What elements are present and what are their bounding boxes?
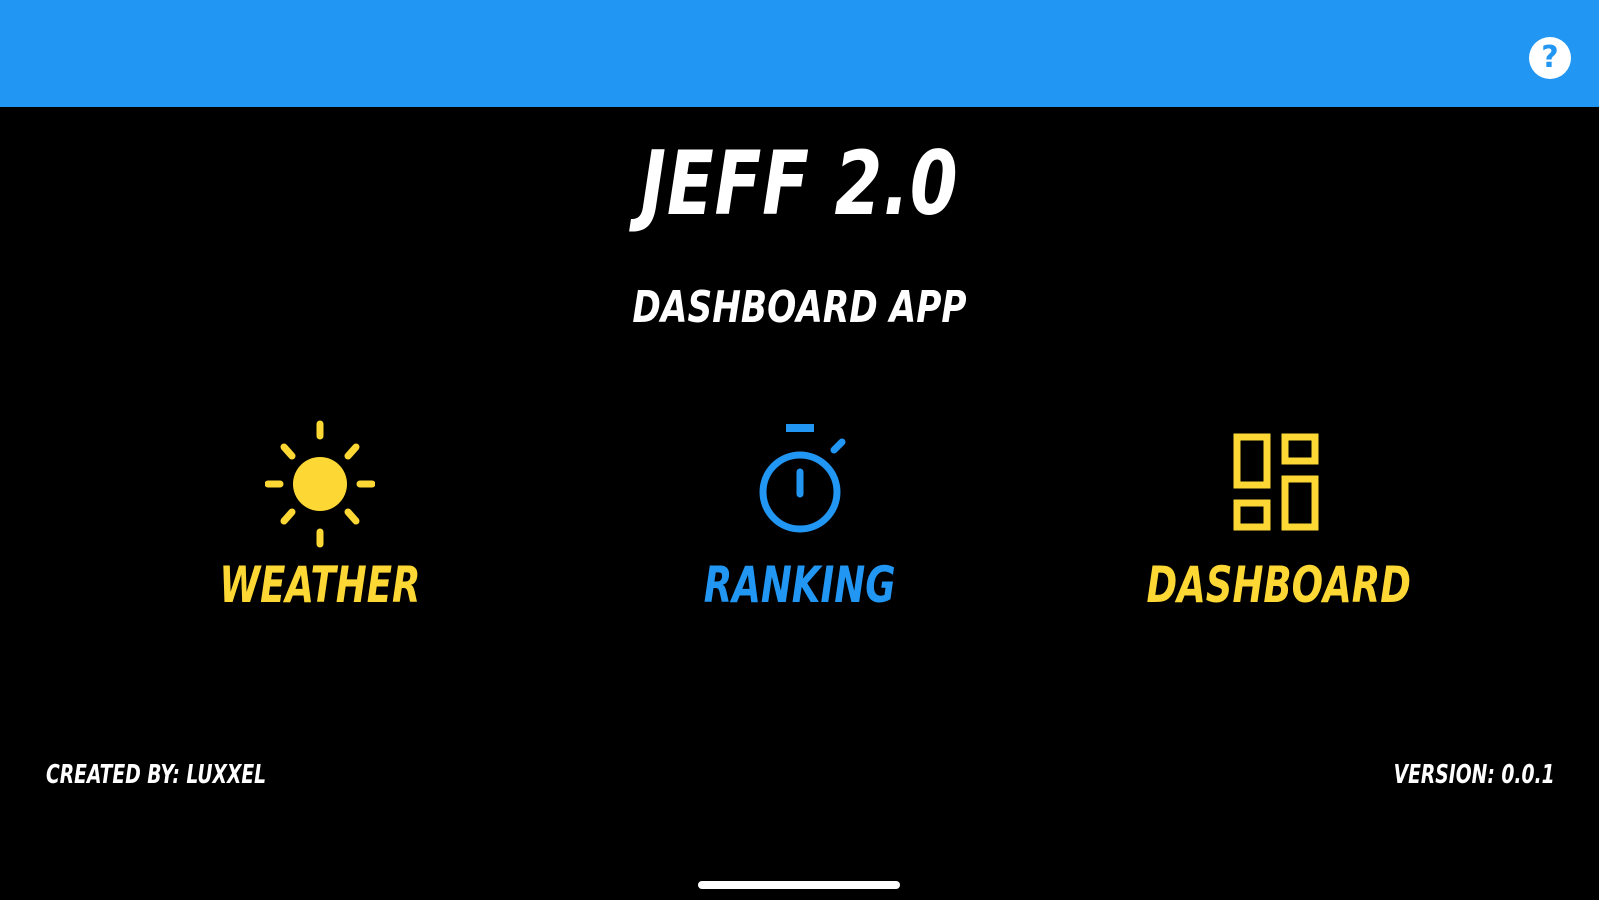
sun-icon [255, 420, 385, 550]
ranking-label: RANKING [704, 556, 896, 614]
created-by-text: CREATED BY: LUXXEL [46, 760, 267, 790]
dashboard-menu-item[interactable]: DASHBOARD [1119, 420, 1439, 630]
stopwatch-icon [735, 420, 865, 550]
weather-label: WEATHER [219, 556, 421, 614]
app-screen: ? JEFF 2.0 DASHBOARD APP WEATHER RANKING… [0, 0, 1599, 900]
dashboard-grid-icon [1214, 420, 1344, 550]
app-title: JEFF 2.0 [640, 132, 959, 235]
help-button[interactable]: ? [1529, 37, 1571, 79]
version-text: VERSION: 0.0.1 [1393, 760, 1555, 790]
home-indicator[interactable] [698, 881, 900, 889]
ranking-menu-item[interactable]: RANKING [640, 420, 960, 630]
dashboard-label: DASHBOARD [1146, 556, 1412, 614]
app-subtitle: DASHBOARD APP [632, 282, 967, 333]
top-app-bar: ? [0, 0, 1599, 107]
question-mark-circle-icon: ? [1541, 40, 1559, 75]
weather-menu-item[interactable]: WEATHER [160, 420, 480, 630]
